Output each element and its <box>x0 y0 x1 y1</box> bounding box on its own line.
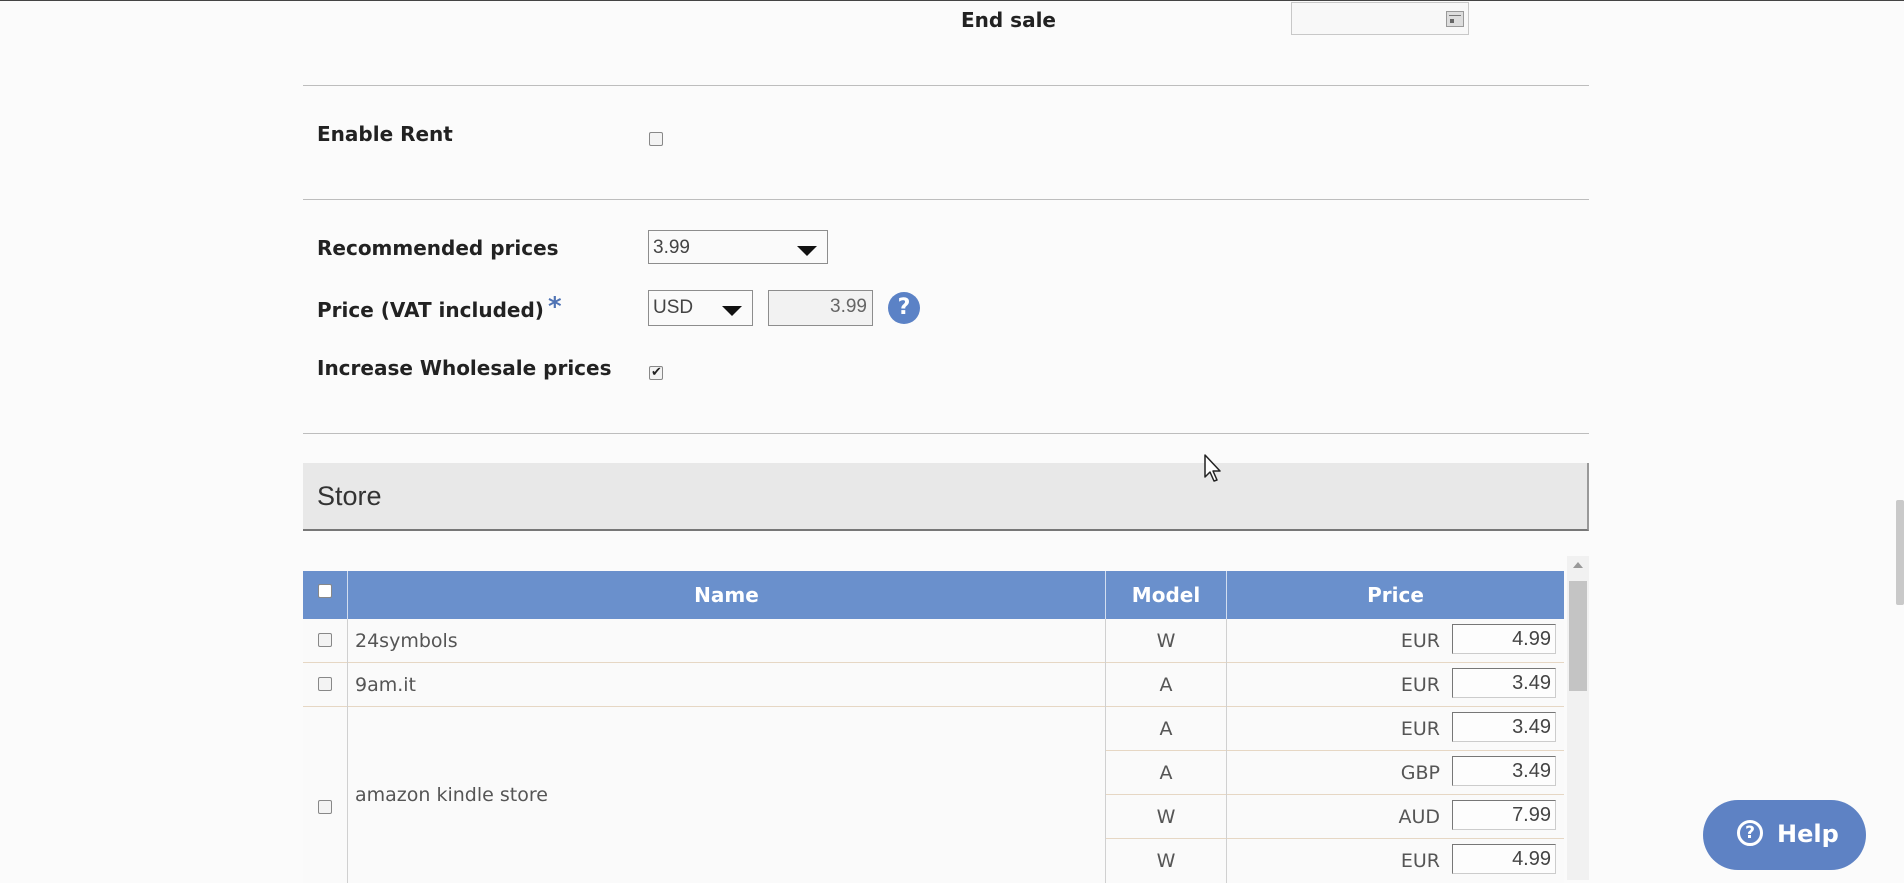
sub-row-divider <box>1106 794 1564 795</box>
price-label: Price (VAT included) * <box>317 292 562 324</box>
sub-row-divider <box>1106 750 1564 751</box>
column-separator <box>1226 619 1227 883</box>
column-separator <box>1105 619 1106 883</box>
currency-select[interactable]: USD <box>648 290 753 326</box>
end-sale-label: End sale <box>961 8 1056 32</box>
select-all-checkbox[interactable] <box>318 584 332 598</box>
store-price-input[interactable]: 7.99 <box>1452 800 1556 830</box>
store-model: A <box>1159 762 1173 784</box>
divider <box>303 433 1589 434</box>
table-scrollbar-thumb[interactable] <box>1569 581 1587 691</box>
table-row: 9am.it A EUR 3.49 <box>303 663 1564 707</box>
store-price-input[interactable]: 3.49 <box>1452 712 1556 742</box>
row-checkbox[interactable] <box>318 800 332 814</box>
enable-rent-checkbox[interactable] <box>649 132 663 146</box>
help-circle-icon[interactable]: ? <box>888 292 920 324</box>
chevron-down-icon <box>722 306 742 316</box>
table-header: Name Model Price <box>303 571 1564 619</box>
currency-value: USD <box>653 297 694 318</box>
store-model: W <box>1156 806 1176 828</box>
store-name: 9am.it <box>355 674 417 696</box>
increase-wholesale-label: Increase Wholesale prices <box>317 356 612 380</box>
help-button[interactable]: ? Help <box>1703 800 1866 870</box>
store-model: A <box>1159 674 1173 696</box>
store-section-header[interactable]: Store <box>303 463 1589 531</box>
divider <box>303 85 1589 86</box>
store-currency: EUR <box>1400 674 1440 696</box>
store-currency: EUR <box>1400 850 1440 872</box>
store-price-input[interactable]: 3.49 <box>1452 668 1556 698</box>
price-label-text: Price (VAT included) <box>317 298 544 322</box>
price-input[interactable]: 3.99 <box>768 290 873 326</box>
column-separator <box>347 619 348 883</box>
table-row: 24symbols W EUR 4.99 <box>303 619 1564 663</box>
chevron-down-icon <box>797 246 817 256</box>
store-currency: GBP <box>1400 762 1440 784</box>
store-price-input[interactable]: 4.99 <box>1452 844 1556 874</box>
sub-row-divider <box>1106 838 1564 839</box>
required-mark: * <box>547 292 562 322</box>
help-button-label: Help <box>1777 820 1839 848</box>
column-header-price[interactable]: Price <box>1227 571 1564 619</box>
enable-rent-label: Enable Rent <box>317 122 453 146</box>
store-name: 24symbols <box>355 630 458 652</box>
top-border <box>0 0 1904 1</box>
mouse-cursor-icon <box>1204 454 1221 482</box>
store-currency: EUR <box>1400 630 1440 652</box>
recommended-prices-select[interactable]: 3.99 <box>648 230 828 264</box>
store-model: A <box>1159 718 1173 740</box>
store-model: W <box>1156 850 1176 872</box>
store-currency: AUD <box>1398 806 1440 828</box>
calendar-icon[interactable] <box>1446 11 1464 27</box>
column-header-model[interactable]: Model <box>1106 571 1226 619</box>
end-sale-date-input[interactable] <box>1291 2 1469 35</box>
column-header-name[interactable]: Name <box>348 571 1105 619</box>
store-price-input[interactable]: 4.99 <box>1452 624 1556 654</box>
store-price-input[interactable]: 3.49 <box>1452 756 1556 786</box>
page-scrollbar-thumb[interactable] <box>1896 500 1904 605</box>
help-question-icon: ? <box>1737 820 1763 846</box>
store-title: Store <box>317 481 382 511</box>
recommended-prices-label: Recommended prices <box>317 236 559 260</box>
store-name: amazon kindle store <box>355 784 548 806</box>
store-model: W <box>1156 630 1176 652</box>
scroll-up-arrow-icon[interactable] <box>1573 562 1583 568</box>
table-row: amazon kindle store A EUR 3.49 A GBP 3.4… <box>303 707 1564 883</box>
table-scrollbar[interactable] <box>1567 556 1589 880</box>
divider <box>303 199 1589 200</box>
recommended-prices-value: 3.99 <box>653 237 690 258</box>
row-checkbox[interactable] <box>318 677 332 691</box>
increase-wholesale-checkbox[interactable] <box>649 364 663 382</box>
row-checkbox[interactable] <box>318 633 332 647</box>
store-currency: EUR <box>1400 718 1440 740</box>
